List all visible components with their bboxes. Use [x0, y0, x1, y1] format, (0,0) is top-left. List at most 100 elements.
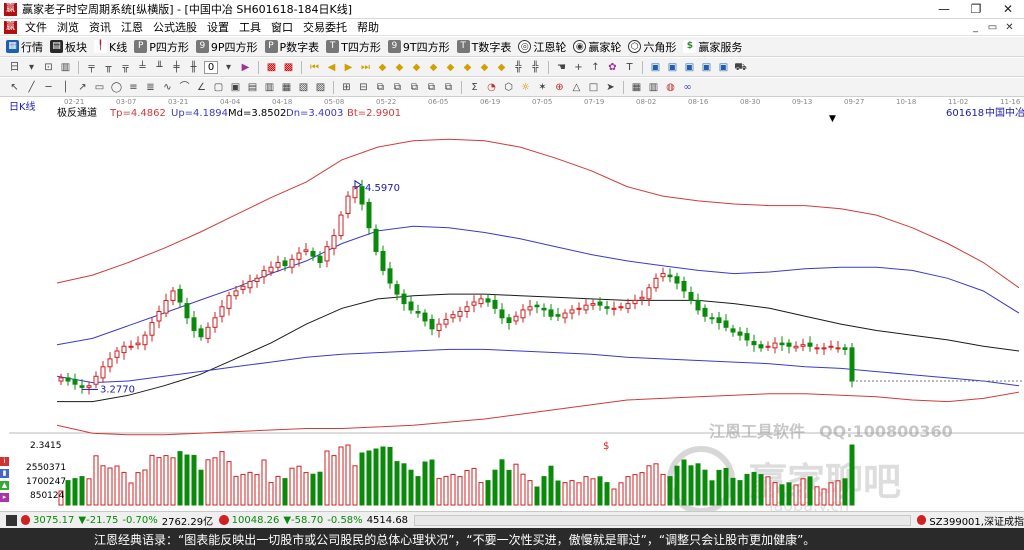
status-menu-icon[interactable] [6, 514, 17, 526]
draw-fan-icon[interactable]: ╧ [136, 61, 149, 74]
toolbar-p-square-button[interactable]: P P四方形 [134, 39, 189, 55]
hand-icon[interactable]: ☚ [555, 61, 568, 74]
tri-icon[interactable]: △ [570, 81, 583, 94]
box-icon[interactable]: ▦ [280, 81, 293, 94]
save-icon[interactable]: ▣ [700, 61, 713, 74]
flag-icon[interactable]: ▶ [239, 61, 252, 74]
fib-icon[interactable]: ≡ [127, 81, 140, 94]
menu-formula[interactable]: 公式选股 [148, 19, 202, 35]
sigma-icon[interactable]: Σ [468, 81, 481, 94]
columns-icon[interactable]: ▥ [647, 81, 660, 94]
status-right-code[interactable]: SZ399001,深证成指 [929, 513, 1024, 528]
sz-index-value[interactable]: 10048.26 [232, 515, 280, 526]
draw-grid-icon[interactable]: ╪ [170, 61, 183, 74]
pie-icon[interactable]: ◔ [485, 81, 498, 94]
box-icon[interactable]: ▧ [297, 81, 310, 94]
copy-icon[interactable]: ⧉ [442, 81, 455, 94]
toolbar-t-square-button[interactable]: T T四方形 [326, 39, 381, 55]
copy-icon[interactable]: ⧉ [425, 81, 438, 94]
close-button[interactable]: ✕ [992, 0, 1024, 18]
swatch-icon[interactable]: ▩ [265, 61, 278, 74]
copy-icon[interactable]: ⧉ [408, 81, 421, 94]
arrow-up-icon[interactable]: ↑ [589, 61, 602, 74]
diamond-icon[interactable]: ◆ [444, 61, 457, 74]
crosshair-icon[interactable]: + [572, 61, 585, 74]
ruler-icon[interactable]: ▥ [59, 61, 72, 74]
chart-icon[interactable]: ▲ [0, 481, 9, 490]
diamond-icon[interactable]: ◆ [427, 61, 440, 74]
hexagon-small-icon[interactable]: ⬡ [502, 81, 515, 94]
copy-icon[interactable]: ⧉ [374, 81, 387, 94]
line-width-field[interactable]: 0 [204, 60, 218, 74]
chart-dropdown-icon[interactable]: ▼ [829, 114, 836, 124]
sun-icon[interactable]: ☼ [519, 81, 532, 94]
diamond-icon[interactable]: ◆ [393, 61, 406, 74]
grid-small-icon[interactable]: ⊞ [340, 81, 353, 94]
toolbar-t-table-button[interactable]: T T数字表 [456, 39, 511, 55]
swatch-icon[interactable]: ▩ [282, 61, 295, 74]
menu-file[interactable]: 文件 [20, 19, 52, 35]
kline-chart[interactable]: 02-21 03-07 03-21 04-04 04-18 05-08 05-22 06-05… [9, 97, 1024, 515]
toolbar-9p-square-button[interactable]: 9 9P四方形 [195, 39, 258, 55]
ray-icon[interactable]: ↗ [76, 81, 89, 94]
draw-line-icon[interactable]: ╤ [85, 61, 98, 74]
hline-icon[interactable]: ─ [42, 81, 55, 94]
line-icon[interactable]: ╱ [25, 81, 38, 94]
diamond-icon[interactable]: ◆ [376, 61, 389, 74]
first-icon[interactable]: ⏮ [308, 61, 321, 74]
fib-icon[interactable]: ≣ [144, 81, 157, 94]
toolbar-9t-square-button[interactable]: 9 9T四方形 [387, 39, 450, 55]
toolbar-service-button[interactable]: $ 赢家服务 [683, 39, 742, 55]
box-icon[interactable]: ▥ [263, 81, 276, 94]
globe-icon[interactable]: ◍ [664, 81, 677, 94]
diamond-icon[interactable]: ◆ [478, 61, 491, 74]
arrow-icon[interactable]: ➤ [604, 81, 617, 94]
book-icon[interactable]: ▮ [0, 469, 9, 478]
menu-gann[interactable]: 江恩 [116, 19, 148, 35]
sh-index-value[interactable]: 3075.17 [33, 515, 74, 526]
diamond-icon[interactable]: ◆ [410, 61, 423, 74]
menu-tools[interactable]: 工具 [234, 19, 266, 35]
last-icon[interactable]: ⏭ [359, 61, 372, 74]
box-icon[interactable]: ▨ [314, 81, 327, 94]
text-icon[interactable]: T [623, 61, 636, 74]
save-icon[interactable]: ▣ [649, 61, 662, 74]
draw-arc-icon[interactable]: ╨ [153, 61, 166, 74]
menu-settings[interactable]: 设置 [202, 19, 234, 35]
ladder-icon[interactable]: ╬ [529, 61, 542, 74]
minimize-button[interactable]: — [928, 0, 960, 18]
copy-icon[interactable]: ⧉ [391, 81, 404, 94]
toolbar-winner-wheel-button[interactable]: ◉ 赢家轮 [573, 39, 621, 55]
grid-small-icon[interactable]: ⊟ [357, 81, 370, 94]
draw-bars-icon[interactable]: ╫ [187, 61, 200, 74]
cycle-icon[interactable]: ∿ [161, 81, 174, 94]
menu-help[interactable]: 帮助 [352, 19, 384, 35]
draw-fork-icon[interactable]: ╥ [102, 61, 115, 74]
status-scrollbar[interactable] [414, 514, 911, 526]
cycle-icon[interactable]: ⌒ [178, 81, 191, 94]
box-icon[interactable]: ▤ [246, 81, 259, 94]
truck-icon[interactable]: ⛟ [734, 61, 747, 74]
mdi-restore-button[interactable]: ▭ [984, 19, 1001, 36]
box-icon[interactable]: ▢ [212, 81, 225, 94]
save-icon[interactable]: ▣ [683, 61, 696, 74]
next-icon[interactable]: ▶ [342, 61, 355, 74]
mdi-close-button[interactable]: ✕ [1001, 19, 1018, 36]
rect-icon[interactable]: ▭ [93, 81, 106, 94]
save-icon[interactable]: ▣ [717, 61, 730, 74]
dropdown-arrow-icon[interactable]: ▾ [25, 61, 38, 74]
draw-channel-icon[interactable]: ╦ [119, 61, 132, 74]
box-icon[interactable]: ▣ [229, 81, 242, 94]
dropdown-arrow-icon[interactable]: ▾ [222, 61, 235, 74]
prev-icon[interactable]: ◀ [325, 61, 338, 74]
vline-icon[interactable]: │ [59, 81, 72, 94]
menu-info[interactable]: 资讯 [84, 19, 116, 35]
period-select-icon[interactable]: 日 [8, 61, 21, 74]
star-icon[interactable]: ✶ [536, 81, 549, 94]
table-icon[interactable]: ▦ [630, 81, 643, 94]
infinity-icon[interactable]: ∞ [681, 81, 694, 94]
toolbar-p-table-button[interactable]: P P数字表 [264, 39, 319, 55]
toolbar-kline-button[interactable]: ╿ K线 [94, 39, 127, 55]
mdi-app-icon[interactable]: 赢 [4, 20, 17, 34]
toolbar-quotes-button[interactable]: ▦ 行情 [6, 39, 43, 55]
